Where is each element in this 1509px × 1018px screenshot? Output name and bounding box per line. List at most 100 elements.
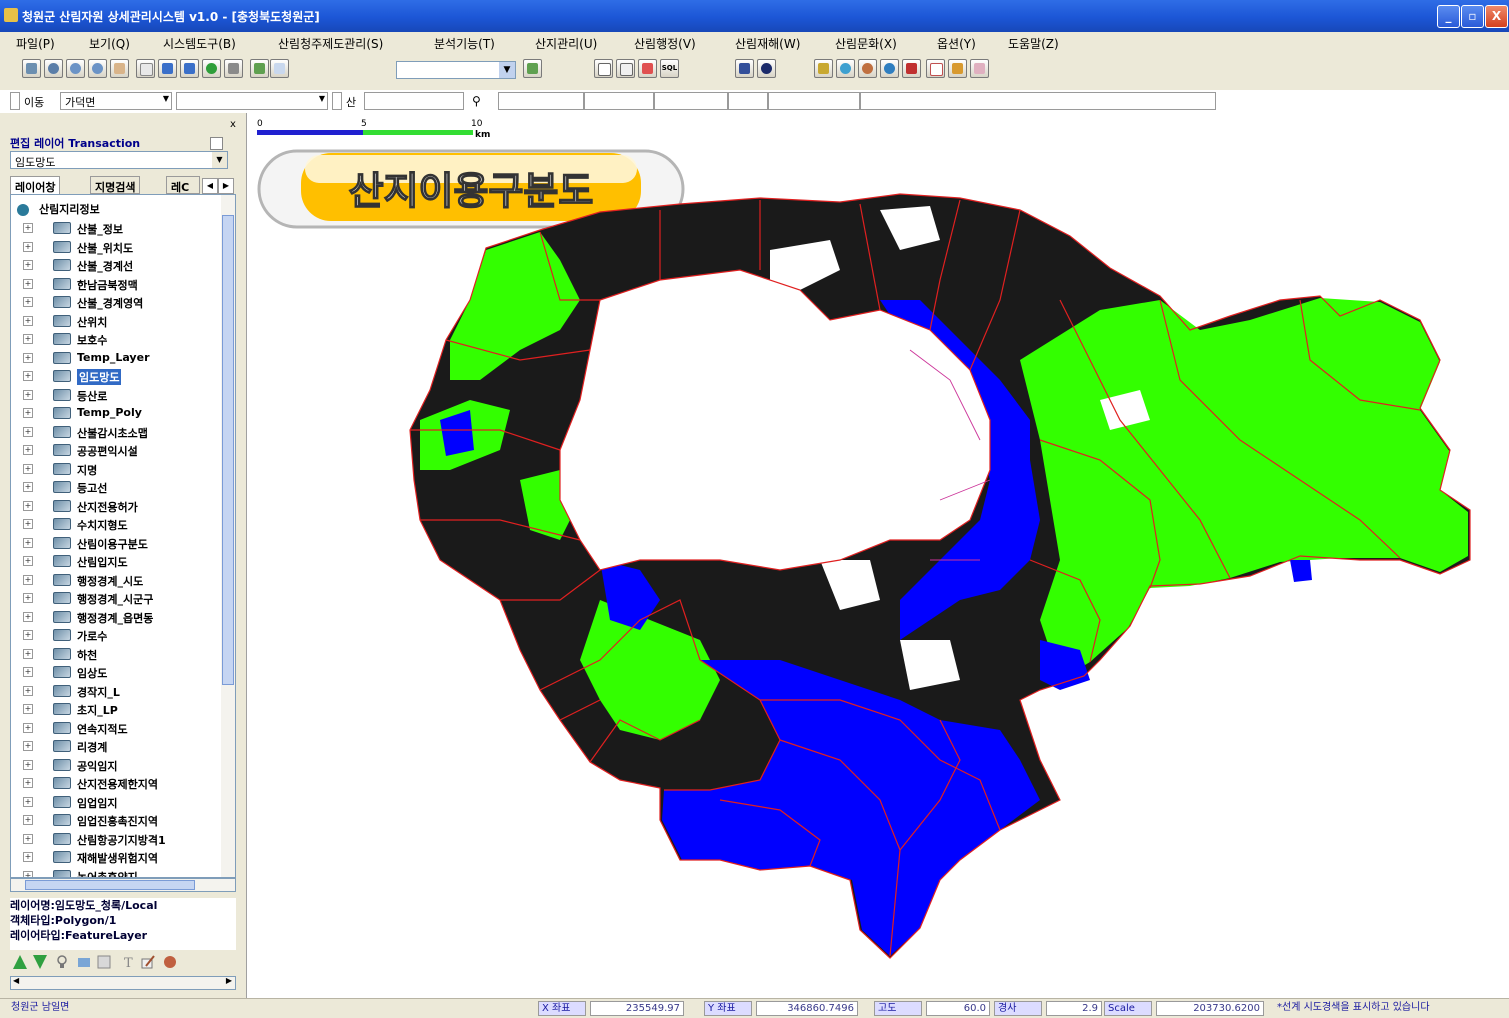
bulb-icon[interactable] <box>54 954 70 970</box>
layer-combo[interactable]: ▼ <box>396 61 516 79</box>
zoom-extent-icon[interactable] <box>44 59 63 78</box>
layer-item[interactable]: + 리경계 <box>17 737 227 755</box>
layer-item[interactable]: + 임도망도 <box>17 367 227 385</box>
expand-icon[interactable]: + <box>23 371 33 381</box>
layer-item[interactable]: + Temp_Layer <box>17 349 227 367</box>
layer-item[interactable]: + Temp_Poly <box>17 404 227 422</box>
menu-mountain[interactable]: 산지관리(U) <box>535 35 597 52</box>
search-field-4[interactable] <box>728 92 768 110</box>
expand-icon[interactable]: + <box>23 648 33 659</box>
layer-item[interactable]: + 초지_LP <box>17 700 227 718</box>
print-icon[interactable] <box>224 59 243 78</box>
chevron-down-icon[interactable]: ▼ <box>212 152 227 168</box>
query-icon[interactable] <box>638 59 657 78</box>
expand-icon[interactable]: + <box>23 482 33 492</box>
expand-icon[interactable]: + <box>23 278 33 289</box>
move-checkbox[interactable] <box>10 92 20 110</box>
search-field-2[interactable] <box>584 92 654 110</box>
expand-icon[interactable]: + <box>23 426 33 437</box>
close-button[interactable]: X <box>1485 5 1508 28</box>
transaction-checkbox[interactable] <box>210 137 223 150</box>
layer-item[interactable]: + 산불_위치도 <box>17 238 227 256</box>
menu-disaster[interactable]: 산림재해(W) <box>735 35 800 52</box>
expand-icon[interactable]: + <box>23 223 33 233</box>
mountain-checkbox[interactable] <box>332 92 342 110</box>
expand-icon[interactable]: + <box>23 852 33 862</box>
expand-icon[interactable]: + <box>23 500 33 511</box>
print-preview-icon[interactable] <box>22 59 41 78</box>
layer-item[interactable]: + 보호수 <box>17 330 227 348</box>
expand-icon[interactable]: + <box>23 685 33 696</box>
refresh-icon[interactable] <box>202 59 221 78</box>
sql-button[interactable]: SQL <box>660 59 679 78</box>
expand-icon[interactable]: + <box>23 778 33 788</box>
chart-icon[interactable] <box>948 59 967 78</box>
zoom-in-icon[interactable] <box>66 59 85 78</box>
add-data-icon[interactable] <box>270 59 289 78</box>
expand-icon[interactable]: + <box>23 722 33 733</box>
edit-icon[interactable] <box>140 954 156 970</box>
layer-item[interactable]: + 공공편익시설 <box>17 441 227 459</box>
layer-item[interactable]: + 연속지적도 <box>17 719 227 737</box>
layer-item[interactable]: + 임업임지 <box>17 793 227 811</box>
expand-icon[interactable]: + <box>23 463 33 474</box>
layer-item[interactable]: + 산위치 <box>17 312 227 330</box>
expand-icon[interactable]: + <box>23 759 33 770</box>
tree-horizontal-scrollbar[interactable] <box>10 878 236 892</box>
add-layer-icon[interactable] <box>250 59 269 78</box>
layer-item[interactable]: + 산불_경계영역 <box>17 293 227 311</box>
expand-icon[interactable]: + <box>23 315 33 326</box>
expand-icon[interactable]: + <box>23 260 33 270</box>
tree-scroll-thumb[interactable] <box>222 215 234 685</box>
layer-item[interactable]: + 행정경계_시군구 <box>17 589 227 607</box>
next-view-icon[interactable] <box>180 59 199 78</box>
menu-theme[interactable]: 산림청주제도관리(S) <box>278 35 383 52</box>
mountain-input[interactable] <box>364 92 464 110</box>
menu-analysis[interactable]: 분석기능(T) <box>434 35 495 52</box>
layer-item[interactable]: + 산지전용제한지역 <box>17 774 227 792</box>
select-tool-icon[interactable] <box>594 59 613 78</box>
expand-icon[interactable]: + <box>23 815 33 825</box>
previous-view-icon[interactable] <box>158 59 177 78</box>
edit-layer-select[interactable]: 임도망도 ▼ <box>10 151 228 169</box>
info-icon[interactable] <box>757 59 776 78</box>
menu-file[interactable]: 파일(P) <box>16 35 55 52</box>
expand-icon[interactable]: + <box>23 408 33 418</box>
expand-icon[interactable]: + <box>23 796 33 807</box>
layer-item[interactable]: + 농어촌휴양지 <box>17 867 227 877</box>
expand-icon[interactable]: + <box>23 537 33 548</box>
expand-icon[interactable]: + <box>23 556 33 566</box>
layer-item[interactable]: + 행정경계_시도 <box>17 571 227 589</box>
tab-scroll-left[interactable]: ◀ <box>202 178 218 194</box>
layer-item[interactable]: + 임업진흥촉진지역 <box>17 811 227 829</box>
measure-icon[interactable] <box>814 59 833 78</box>
identify-icon[interactable] <box>616 59 635 78</box>
expand-icon[interactable]: + <box>23 870 33 877</box>
search-field-5[interactable] <box>768 92 860 110</box>
menu-view[interactable]: 보기(Q) <box>89 35 130 52</box>
expand-icon[interactable]: + <box>23 241 33 252</box>
tab-layers[interactable]: 레이어창 <box>10 176 61 194</box>
layer-item[interactable]: + 재해발생위험지역 <box>17 848 227 866</box>
panel-close-button[interactable]: x <box>230 119 236 130</box>
pan-hand-icon[interactable] <box>110 59 129 78</box>
hyperlink-icon[interactable] <box>735 59 754 78</box>
brush-icon[interactable] <box>970 59 989 78</box>
restore-button[interactable]: ▫ <box>1461 5 1484 28</box>
layer-item[interactable]: + 산불감시초소맵 <box>17 423 227 441</box>
menu-culture[interactable]: 산림문화(X) <box>835 35 897 52</box>
layer-item[interactable]: + 임상도 <box>17 663 227 681</box>
tab-scroll-right[interactable]: ▶ <box>218 178 234 194</box>
move-down-icon[interactable] <box>32 954 48 970</box>
layer-item[interactable]: + 산지전용허가 <box>17 497 227 515</box>
layer-item[interactable]: + 산림항공기지방격1 <box>17 830 227 848</box>
scroll-right-icon[interactable]: ▶ <box>226 976 232 985</box>
symbol-icon[interactable] <box>902 59 921 78</box>
shade-icon[interactable] <box>858 59 877 78</box>
paint-icon[interactable] <box>162 954 178 970</box>
layer-item[interactable]: + 경작지_L <box>17 682 227 700</box>
expand-icon[interactable]: + <box>23 574 33 585</box>
layer-item[interactable]: + 한남금북정맥 <box>17 275 227 293</box>
layer-item[interactable]: + 공익임지 <box>17 756 227 774</box>
expand-icon[interactable]: + <box>23 297 33 307</box>
